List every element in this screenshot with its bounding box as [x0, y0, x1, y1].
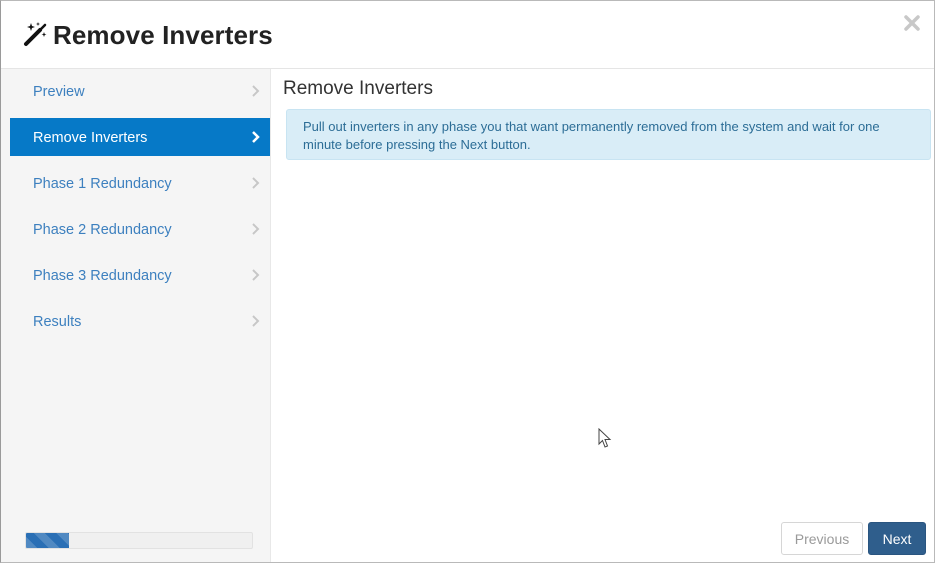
wizard-steps-sidebar: Preview Remove Inverters Phase 1 Redunda…: [1, 69, 271, 562]
step-label: Results: [33, 314, 82, 330]
wizard-dialog: Remove Inverters Preview Remove Inverter…: [0, 0, 935, 563]
chevron-right-icon: [252, 177, 260, 189]
info-alert: Pull out inverters in any phase you that…: [286, 109, 931, 160]
step-phase-2-redundancy[interactable]: Phase 2 Redundancy: [10, 210, 270, 248]
dialog-title: Remove Inverters: [53, 20, 273, 50]
step-phase-1-redundancy[interactable]: Phase 1 Redundancy: [10, 164, 270, 202]
close-icon[interactable]: [902, 13, 922, 33]
step-preview[interactable]: Preview: [10, 72, 270, 110]
step-results[interactable]: Results: [10, 302, 270, 340]
step-label: Phase 3 Redundancy: [33, 268, 172, 284]
dialog-header: Remove Inverters: [1, 1, 934, 69]
chevron-right-icon: [252, 131, 260, 143]
magic-wand-icon: [24, 22, 47, 46]
step-phase-3-redundancy[interactable]: Phase 3 Redundancy: [10, 256, 270, 294]
progress-bar-fill: [26, 533, 69, 548]
next-button[interactable]: Next: [868, 522, 926, 555]
step-label: Remove Inverters: [33, 130, 148, 146]
chevron-right-icon: [252, 315, 260, 327]
previous-button[interactable]: Previous: [781, 522, 863, 555]
step-label: Phase 2 Redundancy: [33, 222, 172, 238]
chevron-right-icon: [252, 85, 260, 97]
chevron-right-icon: [252, 223, 260, 235]
step-label: Phase 1 Redundancy: [33, 176, 172, 192]
mouse-cursor-icon: [598, 428, 612, 448]
step-title: Remove Inverters: [283, 78, 433, 99]
step-label: Preview: [33, 84, 85, 100]
chevron-right-icon: [252, 269, 260, 281]
step-remove-inverters[interactable]: Remove Inverters: [10, 118, 270, 156]
wizard-progress-bar: [25, 532, 253, 549]
